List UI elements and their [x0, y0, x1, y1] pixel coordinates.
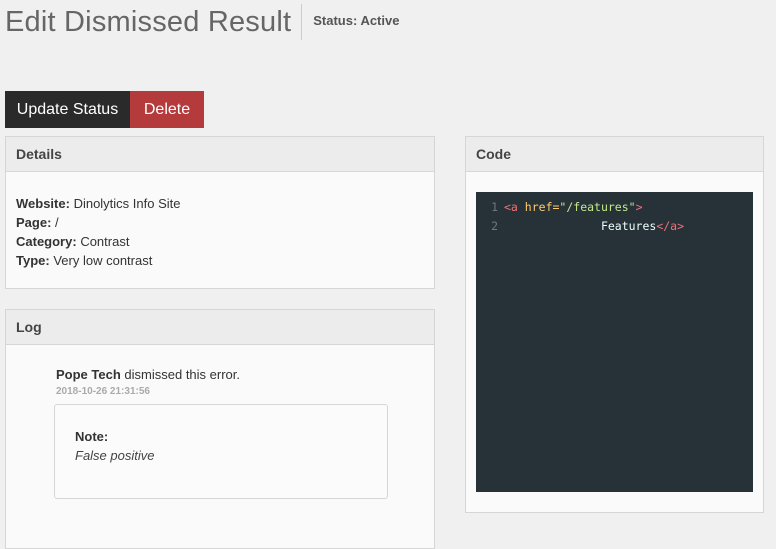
code-block: 1 <a href="/features"> 2 Features</a> — [476, 192, 753, 492]
detail-value: Very low contrast — [53, 253, 153, 268]
status-label: Status: — [313, 13, 358, 28]
log-action: dismissed this error. — [124, 367, 240, 382]
detail-row-type: Type: Very low contrast — [16, 251, 424, 270]
detail-row-category: Category: Contrast — [16, 232, 424, 251]
detail-label: Website: — [16, 196, 70, 211]
code-attr-value: "/features" — [559, 200, 636, 214]
code-attr-name: href= — [524, 200, 560, 214]
detail-value: / — [55, 215, 59, 230]
action-buttons: Update Status Delete — [5, 91, 204, 128]
status-indicator: Status: Active — [313, 4, 399, 29]
details-heading: Details — [6, 137, 434, 172]
detail-label: Page: — [16, 215, 52, 230]
detail-label: Type: — [16, 253, 50, 268]
detail-label: Category: — [16, 234, 77, 249]
log-panel: Log Pope Tech dismissed this error. 2018… — [5, 309, 435, 549]
note-box: Note: False positive — [54, 404, 388, 499]
page-header: Edit Dismissed Result Status: Active — [5, 4, 399, 40]
code-open-tag: <a — [504, 200, 518, 214]
note-text: False positive — [75, 448, 155, 463]
detail-value: Contrast — [80, 234, 130, 249]
header-divider — [301, 4, 303, 40]
code-end-tag: </a> — [656, 219, 685, 233]
code-text: Features — [600, 219, 657, 233]
code-content: <a href="/features"> — [504, 198, 643, 217]
detail-value: Dinolytics Info Site — [73, 196, 181, 211]
code-line: 2 Features</a> — [476, 217, 753, 236]
line-number: 1 — [491, 200, 498, 214]
detail-row-website: Website: Dinolytics Info Site — [16, 194, 424, 213]
delete-button[interactable]: Delete — [130, 91, 204, 128]
details-body: Website: Dinolytics Info Site Page: / Ca… — [6, 172, 434, 270]
code-line: 1 <a href="/features"> — [476, 198, 753, 217]
log-heading: Log — [6, 310, 434, 345]
log-timestamp: 2018-10-26 21:31:56 — [56, 386, 150, 397]
detail-row-page: Page: / — [16, 213, 424, 232]
log-author: Pope Tech — [56, 367, 121, 382]
log-entry: Pope Tech dismissed this error. — [56, 367, 240, 382]
status-value: Active — [360, 13, 400, 28]
details-panel: Details Website: Dinolytics Info Site Pa… — [5, 136, 435, 289]
code-heading: Code — [466, 137, 763, 172]
code-tag-close: > — [635, 200, 643, 214]
page-title: Edit Dismissed Result — [5, 6, 292, 38]
update-status-button[interactable]: Update Status — [5, 91, 130, 128]
code-content: Features</a> — [504, 217, 684, 236]
code-panel: Code 1 <a href="/features"> 2 Features</… — [465, 136, 764, 513]
line-number: 2 — [491, 219, 498, 233]
note-label: Note: — [75, 429, 109, 444]
